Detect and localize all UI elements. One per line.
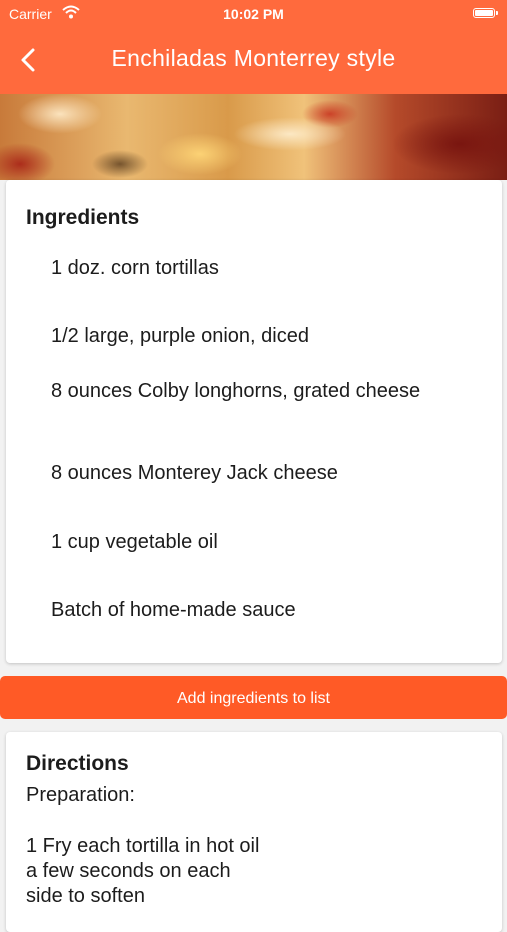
- ingredient-item: 1/2 large, purple onion, diced: [51, 325, 309, 347]
- ingredient-item: 1 cup vegetable oil: [51, 531, 218, 553]
- status-bar: Carrier 10:02 PM: [0, 0, 507, 28]
- directions-subheading: Preparation:: [26, 784, 135, 806]
- battery-icon: [473, 8, 498, 18]
- ingredients-heading: Ingredients: [26, 206, 140, 229]
- status-time: 10:02 PM: [223, 6, 284, 22]
- ingredient-item: 8 ounces Monterey Jack cheese: [51, 462, 338, 484]
- ingredients-card: Ingredients 1 doz. corn tortillas 1/2 la…: [6, 180, 502, 663]
- directions-heading: Directions: [26, 752, 129, 775]
- page-title: Enchiladas Monterrey style: [111, 45, 396, 71]
- ingredient-item: 8 ounces Colby longhorns, grated cheese: [51, 380, 421, 402]
- add-ingredients-button[interactable]: Add ingredients to list: [0, 676, 507, 719]
- directions-card: Directions Preparation: 1 Fry each torti…: [6, 732, 502, 932]
- recipe-photo: [0, 94, 507, 180]
- directions-text: 1 Fry each tortilla in hot oil a few sec…: [26, 835, 265, 907]
- app-header: Carrier 10:02 PM Enchiladas Monterrey st…: [0, 0, 507, 94]
- ingredient-item: Batch of home-made sauce: [51, 599, 296, 621]
- ingredient-item: 1 doz. corn tortillas: [51, 257, 219, 279]
